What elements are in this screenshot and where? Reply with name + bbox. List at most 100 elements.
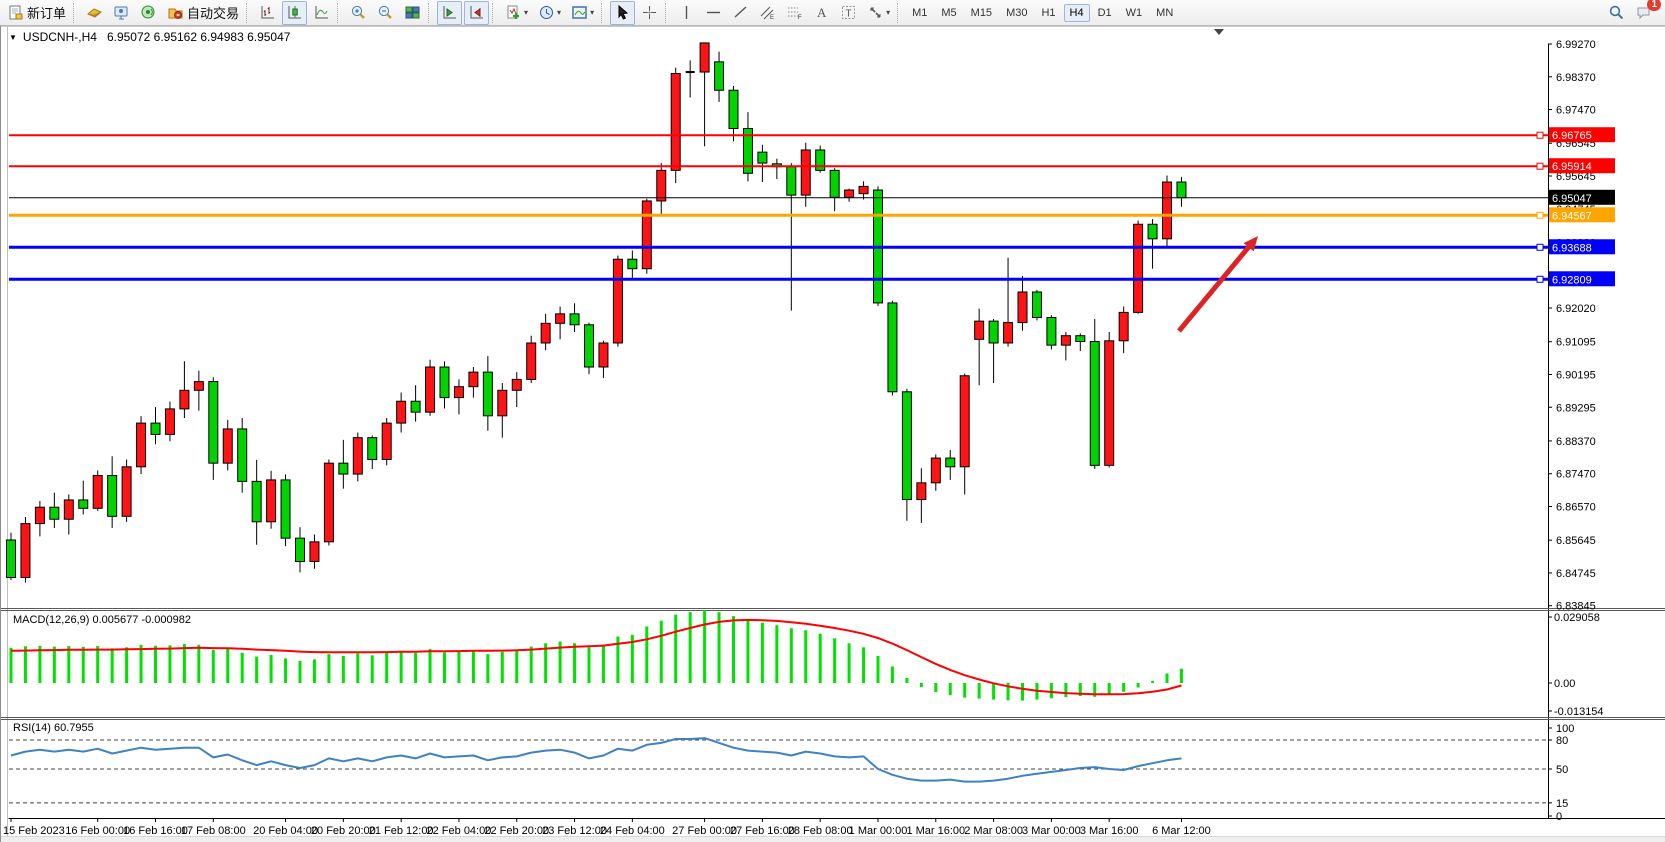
- candle: [527, 336, 536, 383]
- price-badge: 6.96765: [1549, 127, 1615, 142]
- candle: [108, 456, 117, 528]
- line-handle[interactable]: [1537, 132, 1543, 138]
- toolbar-separator: [428, 3, 434, 23]
- chevron-down-icon[interactable]: ▾: [524, 8, 528, 17]
- timeframe-d1-button[interactable]: D1: [1092, 4, 1118, 22]
- search-button[interactable]: [1604, 1, 1629, 25]
- toolbar-group: 自动交易: [81, 1, 244, 25]
- linec-icon: [313, 4, 330, 21]
- cursor-button[interactable]: [610, 1, 635, 25]
- timeframe-h4-button[interactable]: H4: [1064, 4, 1090, 22]
- candle: [642, 199, 651, 274]
- indicators-button[interactable]: ▾: [501, 1, 532, 25]
- mt4-application: 新订单 自动交易 ▾ ▾ ▾ EFAT ▾ M1M5M15M30H1H4D1W1MN 1 ▼ U…: [0, 0, 1665, 842]
- timeframe-h1-button[interactable]: H1: [1035, 4, 1061, 22]
- trend-arrow[interactable]: [1179, 236, 1258, 331]
- toolbar-separator: [246, 3, 252, 23]
- candle: [7, 533, 16, 580]
- horizontal-level-line[interactable]: [9, 132, 1548, 138]
- candle: [1076, 334, 1085, 351]
- candle: [93, 470, 102, 510]
- candle: [1177, 177, 1186, 207]
- timeframe-m30-button[interactable]: M30: [1000, 4, 1033, 22]
- toolbar-group: [254, 1, 335, 25]
- candle: [238, 418, 247, 493]
- metaeditor-button[interactable]: [82, 1, 107, 25]
- level-lines-layer: 6.967656.959146.945676.936886.928096.950…: [9, 127, 1615, 286]
- timeframe-mn-button[interactable]: MN: [1150, 4, 1179, 22]
- chart-shift-button[interactable]: [464, 1, 489, 25]
- price-badge: 6.95047: [1549, 190, 1615, 205]
- svg-text:6.83845: 6.83845: [1556, 601, 1596, 613]
- line-handle[interactable]: [1537, 212, 1543, 218]
- chevron-down-icon[interactable]: ▾: [557, 8, 561, 17]
- tile-windows-button[interactable]: [400, 1, 425, 25]
- svg-text:27 Feb 16:00: 27 Feb 16:00: [730, 825, 795, 837]
- equidistant-channel-button[interactable]: E: [755, 1, 780, 25]
- chart-dropdown-icon[interactable]: ▼: [9, 33, 17, 42]
- bar-chart-button[interactable]: [255, 1, 280, 25]
- notifications-button[interactable]: 1: [1631, 1, 1656, 25]
- candle: [223, 420, 232, 471]
- candle: [845, 189, 854, 202]
- auto-scroll-button[interactable]: [437, 1, 462, 25]
- chevron-down-icon[interactable]: ▾: [590, 8, 594, 17]
- svg-text:15: 15: [1556, 798, 1568, 810]
- new-order-button[interactable]: 新订单: [3, 1, 70, 25]
- candle: [35, 501, 44, 536]
- arrows-button[interactable]: ▾: [863, 1, 894, 25]
- timeframe-w1-button[interactable]: W1: [1120, 4, 1149, 22]
- auto-trading-button[interactable]: 自动交易: [163, 1, 243, 25]
- svg-text:0: 0: [1556, 811, 1562, 823]
- horizontal-level-line[interactable]: [9, 212, 1548, 218]
- pane-separator[interactable]: [1, 718, 1665, 720]
- chevron-down-icon[interactable]: ▾: [886, 8, 890, 17]
- fibonacci-button[interactable]: F: [782, 1, 807, 25]
- svg-text:0.00: 0.00: [1554, 678, 1575, 690]
- strategy-tester-button[interactable]: [109, 1, 134, 25]
- zoom-out-button[interactable]: [373, 1, 398, 25]
- svg-text:6.95914: 6.95914: [1552, 161, 1592, 173]
- crosshair-button[interactable]: [637, 1, 662, 25]
- horizontal-level-line[interactable]: [9, 276, 1548, 282]
- toolbar-right: 1: [1603, 1, 1665, 25]
- horizontal-line-button[interactable]: [701, 1, 726, 25]
- line-handle[interactable]: [1537, 244, 1543, 250]
- candlestick-chart-button[interactable]: [282, 1, 307, 25]
- line-handle[interactable]: [1537, 276, 1543, 282]
- pane-separator[interactable]: [1, 609, 1665, 611]
- svg-text:1 Mar 00:00: 1 Mar 00:00: [849, 825, 908, 837]
- candle: [585, 323, 594, 375]
- candle: [64, 494, 73, 534]
- vertical-line-button[interactable]: [674, 1, 699, 25]
- line-handle[interactable]: [1537, 163, 1543, 169]
- hline-icon: [705, 4, 722, 21]
- timeframe-m5-button[interactable]: M5: [935, 4, 962, 22]
- templates-button[interactable]: ▾: [567, 1, 598, 25]
- svg-text:6 Mar 12:00: 6 Mar 12:00: [1152, 825, 1211, 837]
- candle: [21, 517, 30, 583]
- timeframe-m1-button[interactable]: M1: [906, 4, 933, 22]
- text-label-button[interactable]: T: [836, 1, 861, 25]
- trendline-button[interactable]: [728, 1, 753, 25]
- candle: [296, 527, 305, 572]
- candle: [440, 361, 449, 408]
- signals-button[interactable]: [136, 1, 161, 25]
- price-badge: 6.94567: [1549, 207, 1615, 222]
- periods-button[interactable]: ▾: [534, 1, 565, 25]
- timeframe-m15-button[interactable]: M15: [965, 4, 998, 22]
- candle: [743, 112, 752, 181]
- svg-text:22 Feb 04:00: 22 Feb 04:00: [427, 825, 492, 837]
- chart-shift-marker[interactable]: [1214, 29, 1224, 35]
- line-chart-button[interactable]: [309, 1, 334, 25]
- chart-title-bar: ▼ USDCNH-,H4 6.95072 6.95162 6.94983 6.9…: [9, 29, 290, 45]
- chart-canvas[interactable]: 6.992706.983706.974706.965456.956456.947…: [1, 26, 1665, 842]
- svg-text:3 Mar 16:00: 3 Mar 16:00: [1080, 825, 1139, 837]
- monitor-icon: [113, 4, 130, 21]
- zoom-in-button[interactable]: [346, 1, 371, 25]
- text-button[interactable]: A: [809, 1, 834, 25]
- candle: [816, 146, 825, 173]
- horizontal-level-line[interactable]: [9, 244, 1548, 250]
- svg-text:20 Feb 20:00: 20 Feb 20:00: [311, 825, 376, 837]
- svg-text:6.84745: 6.84745: [1556, 568, 1596, 580]
